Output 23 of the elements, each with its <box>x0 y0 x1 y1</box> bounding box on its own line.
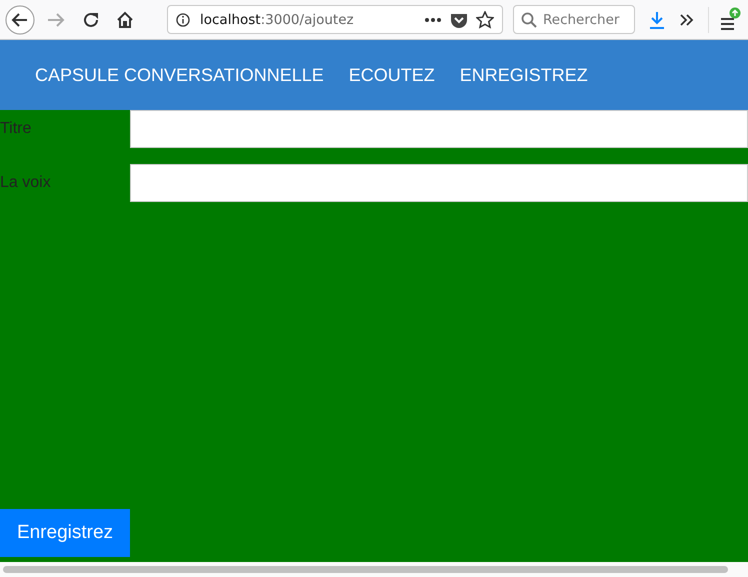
more-icon[interactable] <box>424 16 442 22</box>
save-button[interactable]: Enregistrez <box>0 509 130 557</box>
field-label: La voix <box>0 174 52 192</box>
info-icon[interactable] <box>176 12 190 26</box>
home-icon[interactable] <box>116 10 134 28</box>
reload-icon[interactable] <box>82 10 100 28</box>
star-icon[interactable] <box>476 10 494 28</box>
overflow-icon[interactable] <box>679 12 695 26</box>
field-label: Titre <box>0 120 32 138</box>
menu-icon[interactable] <box>719 6 741 32</box>
back-icon[interactable] <box>5 4 35 34</box>
input-field[interactable] <box>130 110 748 148</box>
nav-link[interactable]: CAPSULE CONVERSATIONNELLE <box>35 64 324 86</box>
scrollbar[interactable] <box>0 562 748 577</box>
nav-link[interactable]: ENREGISTREZ <box>460 64 588 86</box>
url-text: localhost:3000/ajoutez <box>200 12 354 28</box>
nav-link[interactable]: ECOUTEZ <box>348 64 435 86</box>
download-icon[interactable] <box>649 10 665 28</box>
pocket-icon[interactable] <box>450 12 468 28</box>
input-field[interactable] <box>130 164 748 202</box>
address-bar[interactable]: localhost:3000/ajoutez <box>167 5 503 34</box>
search-field[interactable]: Rechercher <box>513 5 635 34</box>
search-icon <box>521 12 537 28</box>
